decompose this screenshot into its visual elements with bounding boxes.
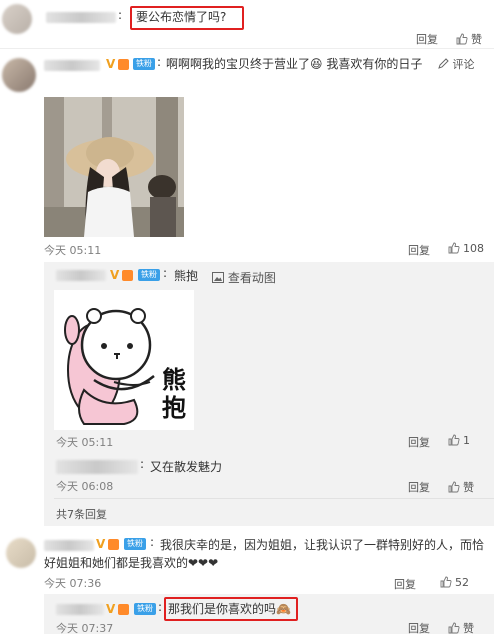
reply-button[interactable]: 回复 (408, 479, 430, 495)
sub-reply-text: 那我们是你喜欢的吗🙈 (168, 602, 291, 616)
colon: : (118, 8, 123, 22)
top-like-button[interactable]: 赞 (456, 31, 482, 47)
sub-reply-text: 又在散发魅力 (150, 460, 223, 474)
divider (54, 498, 494, 499)
like-count: 108 (463, 242, 484, 255)
like-label: 赞 (463, 622, 474, 634)
thumb-up-icon (456, 33, 468, 45)
thumb-up-icon (448, 481, 460, 493)
reply-button[interactable]: 回复 (408, 620, 430, 634)
comment-time: 今天 07:36 (44, 577, 102, 590)
like-button[interactable]: 108 (448, 242, 484, 255)
username-blurred[interactable] (44, 60, 100, 71)
comment-text-line2: 好姐姐和她们都是我喜欢的❤❤❤ (44, 556, 219, 570)
like-button[interactable]: 52 (440, 576, 469, 589)
comment-text: 啊啊啊我的宝贝终于营业了😆 我喜欢有你的日子 (166, 57, 423, 71)
like-button[interactable]: 1 (448, 434, 470, 447)
username-blurred[interactable] (56, 270, 106, 281)
view-animation-link[interactable]: 查看动图 (212, 269, 276, 286)
edit-icon (438, 58, 449, 69)
like-label: 赞 (463, 481, 474, 494)
comment-time: 今天 05:11 (44, 244, 102, 257)
sub-reply-time: 今天 07:37 (56, 622, 114, 634)
like-button[interactable]: 赞 (448, 479, 474, 495)
username-blurred[interactable] (44, 540, 94, 551)
like-button[interactable]: 赞 (448, 620, 474, 634)
verified-badge: V (96, 537, 106, 551)
divider (0, 48, 494, 49)
fan-badge: 铁粉 (133, 58, 155, 70)
colon: : (150, 535, 155, 549)
thumb-up-icon (448, 242, 460, 254)
fan-badge: 铁粉 (124, 538, 146, 550)
colon: : (157, 55, 162, 69)
top-like-label: 赞 (471, 33, 482, 46)
avatar[interactable] (2, 4, 32, 34)
fan-badge: 铁粉 (138, 269, 160, 281)
sub-reply-text: 熊抱 (174, 269, 199, 283)
level-icon (108, 539, 119, 550)
sticker-caption: 熊抱 (162, 366, 186, 422)
reply-button[interactable]: 回复 (394, 576, 416, 592)
level-icon (122, 270, 133, 281)
like-count: 1 (463, 434, 470, 447)
reply-button[interactable]: 回复 (408, 434, 430, 450)
verified-badge: V (106, 602, 116, 616)
top-comment-text: 要公布恋情了吗? (136, 10, 227, 24)
like-count: 52 (455, 576, 469, 589)
colon: : (140, 457, 145, 471)
thumb-up-icon (448, 434, 460, 446)
avatar[interactable] (6, 538, 36, 568)
verified-badge: V (106, 57, 116, 71)
comment-action-button[interactable]: 评论 (438, 56, 475, 72)
view-animation-label: 查看动图 (227, 271, 276, 285)
verified-badge: V (110, 268, 120, 282)
post-photo[interactable] (44, 97, 184, 237)
photo-illustration (44, 97, 184, 237)
thumb-up-icon (448, 622, 460, 634)
colon: : (158, 600, 163, 614)
username-blurred[interactable] (56, 604, 104, 615)
top-reply-button[interactable]: 回复 (416, 31, 438, 47)
level-icon (118, 59, 129, 70)
reply-button[interactable]: 回复 (408, 242, 430, 258)
sub-reply-time: 今天 06:08 (56, 480, 114, 493)
avatar[interactable] (2, 58, 36, 92)
more-replies-link[interactable]: 共7条回复 (56, 506, 107, 522)
colon: : (163, 266, 168, 280)
level-icon (118, 604, 129, 615)
bear-hug-sticker[interactable]: 熊抱 (54, 290, 194, 430)
username-blurred[interactable] (56, 460, 138, 474)
fan-badge: 铁粉 (134, 603, 156, 615)
image-icon (212, 272, 224, 283)
sub-reply-time: 今天 05:11 (56, 436, 114, 449)
thumb-up-icon (440, 576, 452, 588)
comment-action-label: 评论 (452, 58, 475, 71)
username-blurred[interactable] (46, 12, 116, 23)
comment-text-line1: 我很庆幸的是，因为姐姐，让我认识了一群特别好的人，而恰 (160, 538, 485, 552)
